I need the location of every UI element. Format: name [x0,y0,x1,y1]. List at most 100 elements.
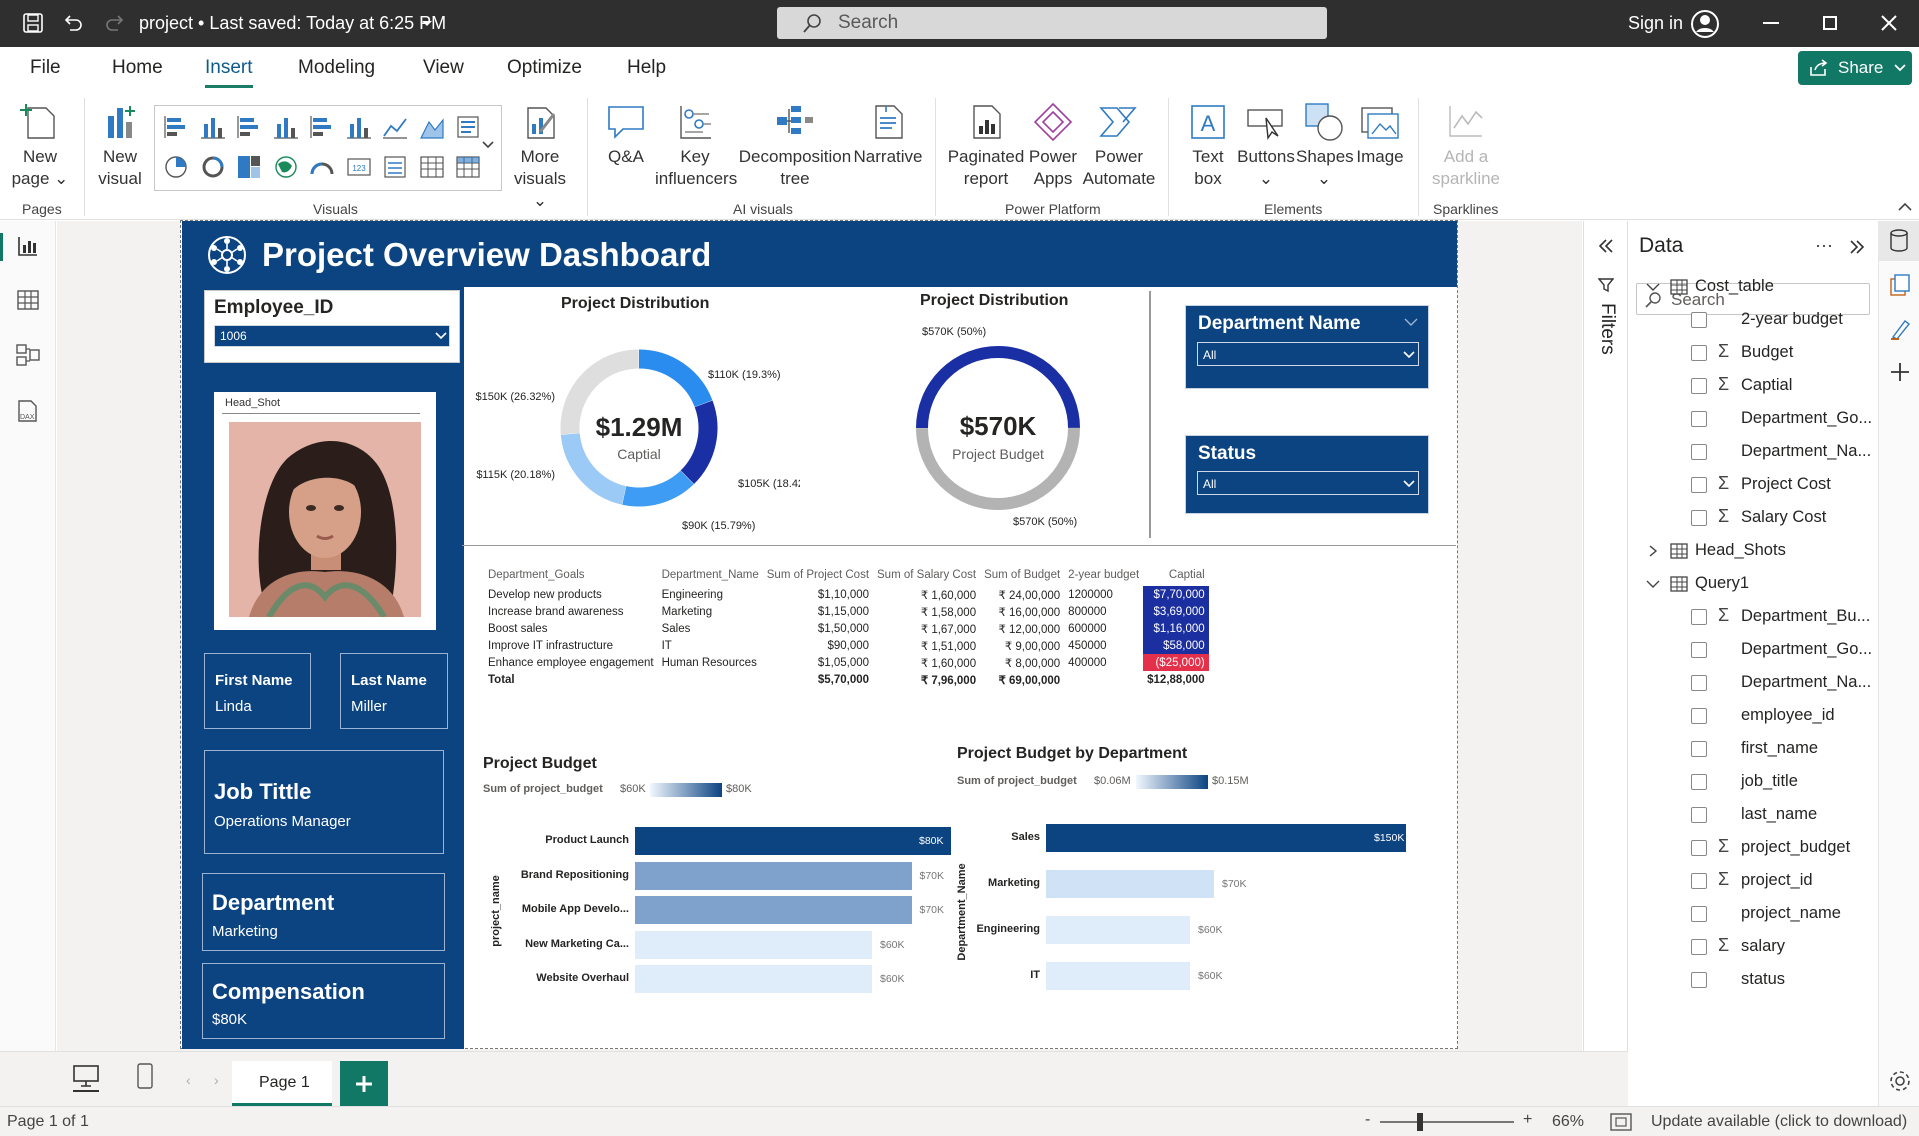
field-checkbox[interactable] [1691,939,1707,955]
field-item[interactable]: Σproject_budget [1628,834,1878,862]
field-checkbox[interactable] [1691,741,1707,757]
close-icon[interactable] [1880,14,1898,32]
field-checkbox[interactable] [1691,477,1707,493]
qa-button[interactable]: Q&A [600,102,652,168]
table-row[interactable]: Enhance employee engagement Human Resourc… [484,654,1209,671]
menu-home[interactable]: Home [112,57,163,79]
bar[interactable] [635,965,872,993]
ribbon-chart-icon[interactable] [455,114,481,140]
field-checkbox[interactable] [1691,873,1707,889]
mobile-layout-icon[interactable] [137,1063,153,1089]
bar[interactable] [1046,962,1190,990]
table-node[interactable]: Cost_table [1628,273,1878,301]
desktop-layout-icon[interactable] [73,1064,99,1092]
donut-chart-icon[interactable] [200,154,226,180]
decomposition-tree-button[interactable]: Decomposition tree [738,102,852,190]
table-row[interactable]: Boost sales Sales $1,50,000 ₹ 1,67,000 ₹ 12,… [484,620,1209,637]
expand-filters-icon[interactable] [1598,239,1614,253]
image-button[interactable]: Image [1354,102,1406,168]
more-options-icon[interactable]: ··· [1815,235,1833,256]
chevron-down-icon[interactable] [1646,578,1660,590]
field-item[interactable]: job_title [1628,768,1878,796]
column-header[interactable]: Department_Name [658,564,763,586]
report-view-icon[interactable] [17,235,39,257]
text-box-button[interactable]: A Text box [1180,102,1236,190]
donut-slice[interactable] [680,400,718,484]
search-input[interactable]: Search [777,7,1327,39]
column-header[interactable]: Captial [1143,564,1209,586]
next-page-icon[interactable]: › [214,1072,219,1088]
field-checkbox[interactable] [1691,642,1707,658]
dax-query-icon[interactable]: DAX [16,399,40,423]
field-item[interactable]: Σ Salary Cost [1628,504,1878,532]
collapse-pane-icon[interactable] [1849,240,1865,254]
undo-icon[interactable] [62,12,84,34]
chevron-down-icon[interactable] [421,20,433,28]
chevron-down-icon[interactable] [1646,281,1660,293]
field-item[interactable]: Σ Department_Bu... [1628,603,1878,631]
key-influencers-button[interactable]: Key influencers [655,102,737,190]
field-checkbox[interactable] [1691,906,1707,922]
field-item[interactable]: Σ Captial [1628,372,1878,400]
previous-page-icon[interactable]: ‹ [186,1072,191,1088]
table-view-icon[interactable] [17,289,39,311]
filters-pane-collapsed[interactable]: Filters [1583,221,1628,1051]
donut-slice[interactable] [638,349,713,408]
field-item[interactable]: Σ Budget [1628,339,1878,367]
clustered-column-icon[interactable] [273,114,299,140]
card-icon[interactable]: 123 [346,154,372,180]
minimize-icon[interactable] [1763,22,1779,24]
account-icon[interactable] [1690,9,1720,39]
bar[interactable] [1046,824,1406,852]
table-node[interactable]: Query1 [1628,570,1878,598]
field-checkbox[interactable] [1691,675,1707,691]
table-row[interactable]: Improve IT infrastructure IT $90,000 ₹ 1,51… [484,637,1209,654]
visuals-gallery[interactable]: 123 [154,105,502,191]
menu-file[interactable]: File [30,57,61,79]
field-item[interactable]: first_name [1628,735,1878,763]
zoom-slider-thumb[interactable] [1417,1113,1423,1131]
bar[interactable] [1046,916,1190,944]
map-icon[interactable] [273,154,299,180]
table-row[interactable]: Develop new products Engineering $1,10,000… [484,586,1209,603]
new-page-button[interactable]: New page ⌄ [10,102,70,190]
visualizations-pane-icon[interactable] [1889,273,1911,297]
field-checkbox[interactable] [1691,807,1707,823]
employee-id-dropdown[interactable]: 1006 [214,325,450,347]
stacked-bar-icon[interactable] [163,114,189,140]
bar[interactable] [1046,870,1214,898]
column-header[interactable]: Sum of Project Cost [763,564,873,586]
field-item[interactable]: employee_id [1628,702,1878,730]
field-item[interactable]: Department_Go... [1628,636,1878,664]
zoom-out-icon[interactable]: - [1365,1111,1370,1129]
field-checkbox[interactable] [1691,972,1707,988]
bar[interactable] [635,861,912,890]
bar[interactable] [635,930,872,959]
field-checkbox[interactable] [1691,345,1707,361]
field-item[interactable]: Σ Project Cost [1628,471,1878,499]
paginated-report-button[interactable]: Paginated report [944,102,1028,190]
capital-donut-chart[interactable]: $110K (19.3%) $105K (18.42%) $90K (15.79%)… [460,320,800,540]
menu-modeling[interactable]: Modeling [298,57,375,79]
format-pane-icon[interactable] [1889,317,1911,341]
more-visuals-button[interactable]: More visuals ⌄ [505,102,575,212]
model-view-icon[interactable] [16,343,40,367]
matrix-icon[interactable] [455,154,481,180]
100-bar-icon[interactable] [309,114,335,140]
multirow-card-icon[interactable] [382,154,408,180]
field-item[interactable]: Department_Na... [1628,438,1878,466]
budget-by-department-chart[interactable]: Project Budget by Department Sum of proj… [950,740,1450,1000]
line-chart-icon[interactable] [382,114,408,140]
status-dropdown[interactable]: All [1197,471,1419,495]
update-available-link[interactable]: Update available (click to download) [1651,1113,1907,1131]
table-icon[interactable] [419,154,445,180]
zoom-slider[interactable] [1380,1113,1514,1131]
field-checkbox[interactable] [1691,840,1707,856]
zoom-level[interactable]: 66% [1552,1113,1584,1131]
table-row[interactable]: Increase brand awareness Marketing $1,15,0… [484,603,1209,620]
field-item[interactable]: status [1628,966,1878,994]
area-chart-icon[interactable] [419,114,445,140]
donut-slice[interactable] [560,432,627,505]
bar[interactable] [635,827,951,855]
column-header[interactable]: Sum of Salary Cost [873,564,980,586]
